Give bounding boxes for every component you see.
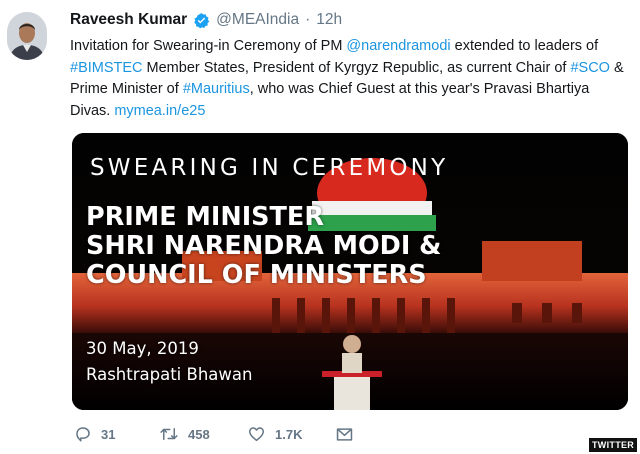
- hashtag-link[interactable]: #SCO: [570, 60, 610, 76]
- avatar[interactable]: [7, 12, 47, 60]
- mention-link[interactable]: @narendramodi: [346, 38, 450, 54]
- tweet-header: Raveesh Kumar @MEAIndia · 12h: [70, 10, 342, 30]
- tweet-time[interactable]: 12h: [316, 10, 342, 30]
- tweet-text-segment: extended to leaders of: [450, 38, 599, 54]
- media-headline: PRIME MINISTER SHRI NARENDRA MODI & COUN…: [86, 203, 441, 290]
- tweet-text-segment: Invitation for Swearing-in Ceremony of P…: [70, 38, 347, 54]
- url-link[interactable]: mymea.in/e25: [114, 103, 205, 119]
- author-name[interactable]: Raveesh Kumar: [70, 10, 187, 30]
- tweet-text: Invitation for Swearing-in Ceremony of P…: [70, 36, 630, 122]
- tweet: Raveesh Kumar @MEAIndia · 12h Invitation…: [0, 0, 640, 454]
- retweet-count: 458: [188, 426, 210, 442]
- retweet-button[interactable]: 458: [159, 425, 247, 443]
- like-button[interactable]: 1.7K: [247, 425, 335, 443]
- hashtag-link[interactable]: #Mauritius: [183, 81, 250, 97]
- twitter-watermark: TWITTER: [589, 438, 638, 452]
- direct-message-button[interactable]: [335, 426, 354, 443]
- reply-count: 31: [101, 426, 116, 442]
- tweet-text-segment: Member States, President of Kyrgyz Repub…: [142, 59, 571, 76]
- like-icon: [249, 427, 264, 442]
- reply-icon: [76, 427, 90, 442]
- tweet-actions: 31 458 1.7K: [74, 425, 354, 443]
- media-title: SWEARING IN CEREMONY: [90, 155, 449, 181]
- headline-line: PRIME MINISTER: [86, 202, 324, 232]
- verified-badge-icon: [193, 12, 210, 29]
- reply-button[interactable]: 31: [74, 425, 159, 443]
- separator-dot: ·: [305, 11, 311, 28]
- hashtag-link[interactable]: #BIMSTEC: [70, 60, 143, 76]
- author-handle[interactable]: @MEAIndia: [216, 10, 299, 30]
- media-venue: Rashtrapati Bhawan: [86, 365, 253, 384]
- headline-line: SHRI NARENDRA MODI &: [86, 231, 442, 261]
- retweet-icon: [160, 428, 178, 440]
- headline-line: COUNCIL OF MINISTERS: [86, 260, 427, 290]
- media-image[interactable]: SWEARING IN CEREMONY PRIME MINISTER SHRI…: [72, 133, 628, 410]
- message-icon: [336, 427, 353, 441]
- media-date: 30 May, 2019: [86, 339, 199, 358]
- like-count: 1.7K: [275, 426, 303, 442]
